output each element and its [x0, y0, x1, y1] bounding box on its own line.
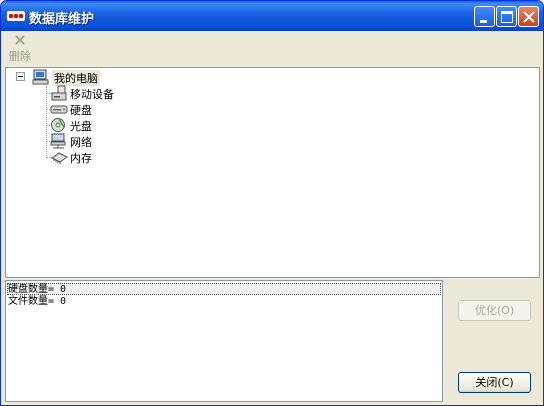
optimize-button[interactable]: 优化(O): [458, 300, 531, 321]
tree-node-label: 移动设备: [70, 88, 114, 101]
main-window: 数据库维护 删除 我的电脑 移动设备 硬盘 光盘 网络 内存 硬盘数量= 0 文…: [0, 0, 544, 406]
window-title: 数据库维护: [29, 12, 95, 27]
title-bar[interactable]: 数据库维护: [1, 1, 543, 31]
removable-device-icon: [51, 85, 67, 101]
app-logo-icon: [7, 11, 25, 21]
info-panel[interactable]: 硬盘数量= 0 文件数量= 0: [5, 280, 443, 402]
info-line[interactable]: 硬盘数量= 0: [7, 283, 441, 295]
delete-label: 删除: [9, 50, 31, 63]
tree-node-label: 硬盘: [70, 104, 92, 117]
network-icon: [50, 133, 66, 149]
device-tree[interactable]: 我的电脑 移动设备 硬盘 光盘 网络 内存: [5, 67, 540, 278]
minimize-button[interactable]: [474, 6, 495, 27]
my-computer-icon: [32, 69, 49, 85]
tree-connector: [46, 86, 47, 156]
delete-button[interactable]: 删除: [6, 32, 34, 64]
tree-node-label: 我的电脑: [52, 70, 100, 86]
close-icon: [523, 11, 535, 23]
hard-disk-icon: [50, 105, 68, 114]
tree-collapse-toggle[interactable]: [16, 72, 25, 81]
delete-x-icon: [15, 35, 25, 45]
minimize-icon: [480, 20, 487, 23]
close-button[interactable]: 关闭(C): [458, 372, 531, 393]
cd-disc-icon: [51, 118, 65, 132]
memory-icon: [51, 152, 68, 164]
close-window-button[interactable]: [518, 6, 539, 27]
toolbar: 删除: [4, 31, 540, 67]
action-panel: 优化(O) 关闭(C): [444, 280, 541, 402]
maximize-icon: [501, 11, 513, 23]
tree-node-label: 光盘: [70, 120, 92, 133]
tree-node-label: 内存: [70, 152, 92, 165]
tree-node-label: 网络: [70, 136, 92, 149]
info-line[interactable]: 文件数量= 0: [8, 296, 66, 308]
maximize-button[interactable]: [496, 6, 517, 27]
